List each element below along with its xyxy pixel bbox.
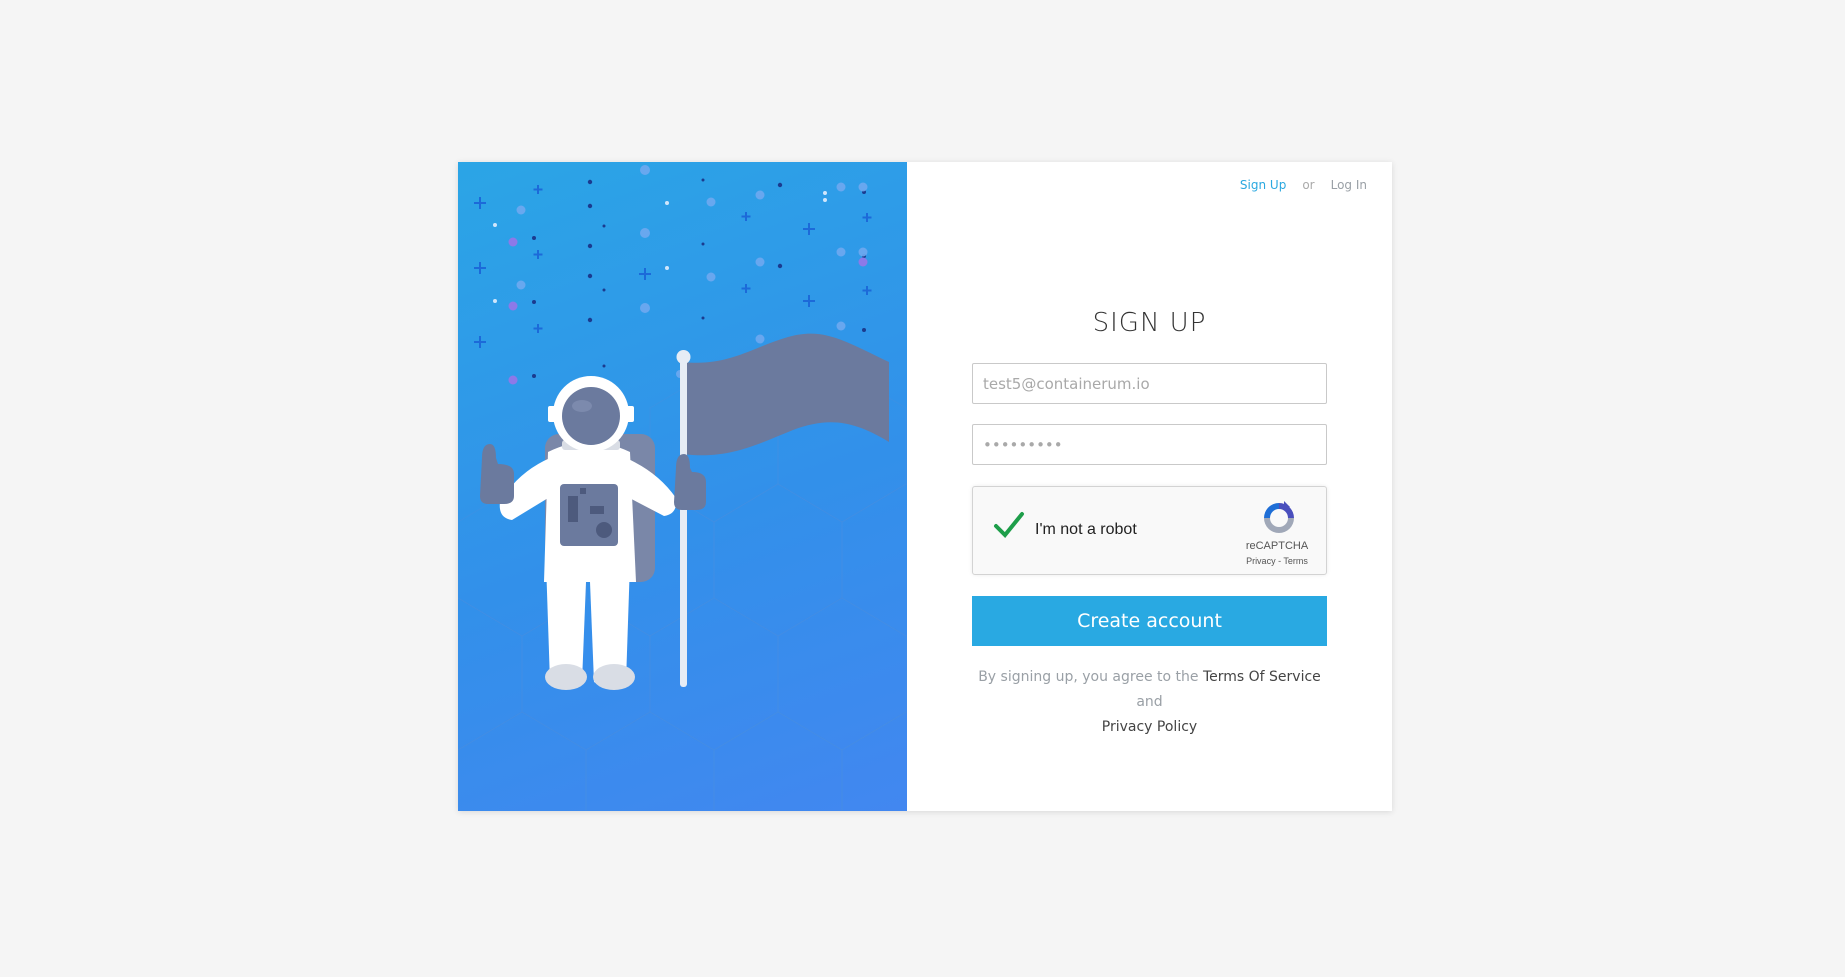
recaptcha-brand: reCAPTCHA [1245,540,1309,552]
recaptcha-checkbox[interactable] [993,511,1025,543]
flag-illustration [676,333,889,687]
terms-middle: and [1136,694,1163,710]
privacy-policy-link[interactable]: Privacy Policy [1102,719,1197,735]
recaptcha-logo-icon [1260,499,1298,541]
create-account-button[interactable]: Create account [972,596,1327,646]
signup-card: Sign Up or Log In SIGN UP I'm not a robo… [458,162,1392,811]
terms-of-service-link[interactable]: Terms Of Service [1203,669,1321,685]
terms-notice: By signing up, you agree to the Terms Of… [967,665,1332,740]
astronaut-illustration [458,165,907,811]
nav-signup-link[interactable]: Sign Up [1240,178,1286,192]
recaptcha-links: Privacy - Terms [1242,556,1312,566]
nav-login-link[interactable]: Log In [1331,178,1367,192]
password-field[interactable] [972,424,1327,465]
email-field[interactable] [972,363,1327,404]
recaptcha-widget: I'm not a robot reCAPTCHA Privacy - Term… [972,486,1327,575]
checkmark-icon [994,512,1024,538]
nav-separator: or [1302,178,1315,192]
recaptcha-privacy-link[interactable]: Privacy [1246,556,1276,566]
recaptcha-label: I'm not a robot [1035,521,1137,538]
signup-form-panel: Sign Up or Log In SIGN UP I'm not a robo… [907,162,1392,811]
terms-prefix: By signing up, you agree to the [978,669,1203,685]
auth-nav: Sign Up or Log In [1240,178,1367,192]
recaptcha-terms-link[interactable]: Terms [1283,556,1308,566]
page-title: SIGN UP [1092,308,1207,338]
hero-illustration-panel [458,162,907,811]
